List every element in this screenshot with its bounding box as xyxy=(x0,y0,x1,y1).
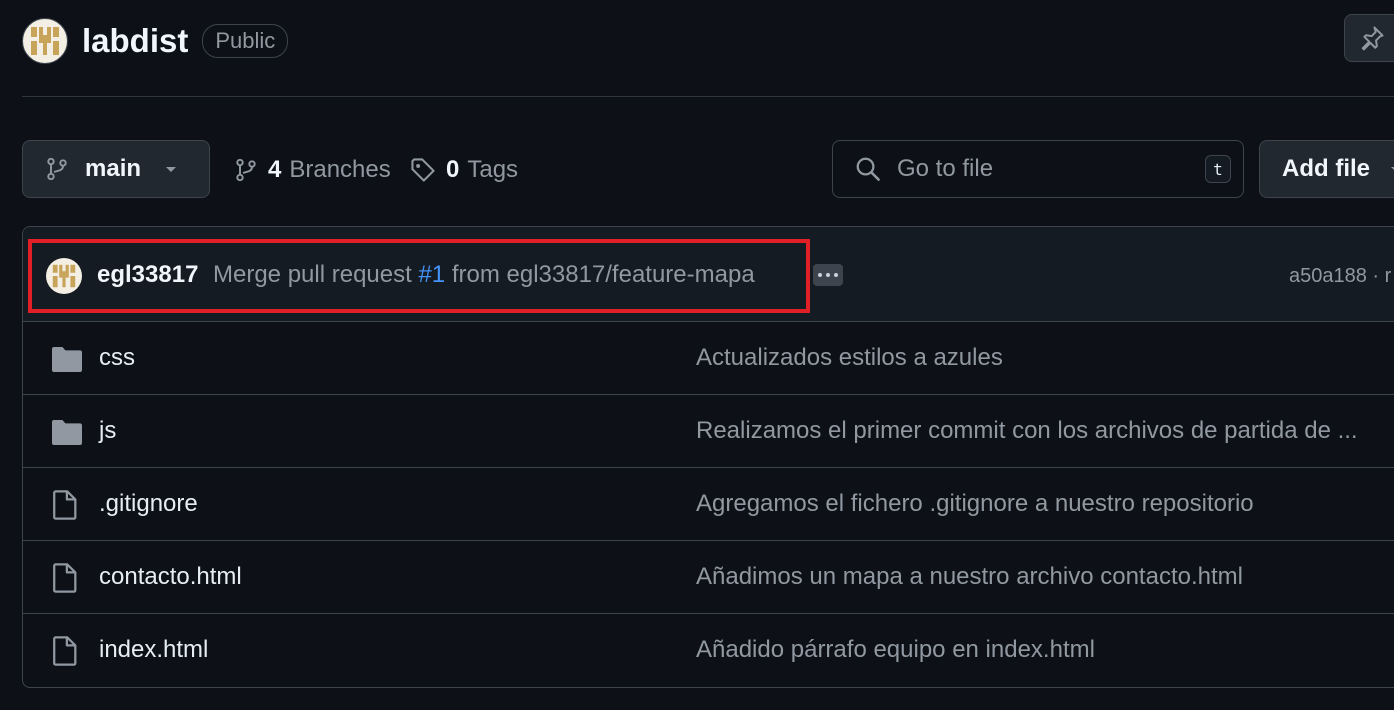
add-file-button[interactable]: Add file xyxy=(1259,140,1394,198)
branch-selector-button[interactable]: main xyxy=(22,140,210,198)
file-row[interactable]: js Realizamos el primer commit con los ar… xyxy=(23,395,1394,468)
repo-page: labdist Public main 4 Branches 0 Tags Go… xyxy=(0,0,1394,710)
commit-message-suffix: from egl33817/feature-mapa xyxy=(451,261,755,288)
repo-name[interactable]: labdist xyxy=(82,22,188,60)
file-row[interactable]: contacto.html Añadimos un mapa a nuestro … xyxy=(23,541,1394,614)
file-name-link[interactable]: index.html xyxy=(99,636,208,664)
keyboard-shortcut-hint: t xyxy=(1205,155,1231,183)
commit-author[interactable]: egl33817 xyxy=(97,261,198,289)
expand-commit-message-button[interactable] xyxy=(813,264,843,286)
file-row[interactable]: index.html Añadido párrafo equipo en inde… xyxy=(23,614,1394,687)
tags-link[interactable]: 0 Tags xyxy=(410,150,518,190)
search-input[interactable] xyxy=(895,154,1189,184)
file-name-link[interactable]: js xyxy=(99,417,116,445)
repo-owner-avatar[interactable] xyxy=(22,18,68,64)
file-row[interactable]: .gitignore Agregamos el fichero .gitignor… xyxy=(23,468,1394,541)
file-commit-message-link[interactable]: Realizamos el primer commit con los arch… xyxy=(696,417,1386,445)
pin-button[interactable] xyxy=(1344,14,1394,62)
latest-commit-row: egl33817 Merge pull request #1 from egl3… xyxy=(23,227,1394,322)
tags-label: Tags xyxy=(467,156,519,183)
file-table: egl33817 Merge pull request #1 from egl3… xyxy=(22,226,1394,688)
folder-icon xyxy=(51,419,83,452)
identicon-icon xyxy=(52,264,76,288)
pull-request-link[interactable]: #1 xyxy=(418,261,445,288)
file-icon xyxy=(51,636,79,671)
header-divider xyxy=(22,96,1394,97)
folder-icon xyxy=(51,346,83,379)
branch-name: main xyxy=(85,155,142,182)
commit-message[interactable]: Merge pull request #1 from egl33817/feat… xyxy=(213,261,755,289)
commit-author-avatar[interactable] xyxy=(46,258,82,294)
git-branch-icon xyxy=(236,158,256,182)
file-name-link[interactable]: .gitignore xyxy=(99,490,198,518)
branches-label: Branches xyxy=(289,156,391,183)
commit-sha[interactable]: a50a188 · r xyxy=(1289,265,1391,288)
file-icon xyxy=(51,563,79,598)
pin-icon xyxy=(1361,26,1384,51)
commit-message-prefix: Merge pull request xyxy=(213,261,412,288)
branches-count: 4 xyxy=(268,156,282,183)
search-icon xyxy=(856,157,880,181)
visibility-badge: Public xyxy=(202,24,289,58)
branches-link[interactable]: 4 Branches xyxy=(234,150,391,190)
file-commit-message-link[interactable]: Agregamos el fichero .gitignore a nuestr… xyxy=(696,490,1386,518)
file-row[interactable]: css Actualizados estilos a azules xyxy=(23,322,1394,395)
file-commit-message-link[interactable]: Actualizados estilos a azules xyxy=(696,344,1386,372)
tag-icon xyxy=(411,158,435,182)
go-to-file-search[interactable]: t xyxy=(832,140,1244,198)
file-commit-message-link[interactable]: Añadido párrafo equipo en index.html xyxy=(696,636,1386,664)
tags-count: 0 xyxy=(446,156,460,183)
identicon-icon xyxy=(31,27,59,55)
file-commit-message-link[interactable]: Añadimos un mapa a nuestro archivo conta… xyxy=(696,563,1386,591)
file-icon xyxy=(51,490,79,525)
file-name-link[interactable]: css xyxy=(99,344,135,372)
caret-down-icon xyxy=(1391,167,1394,170)
git-branch-icon xyxy=(47,157,67,181)
file-name-link[interactable]: contacto.html xyxy=(99,563,242,591)
repo-header: labdist Public xyxy=(22,16,289,66)
add-file-label: Add file xyxy=(1282,155,1370,182)
caret-down-icon xyxy=(166,167,177,172)
